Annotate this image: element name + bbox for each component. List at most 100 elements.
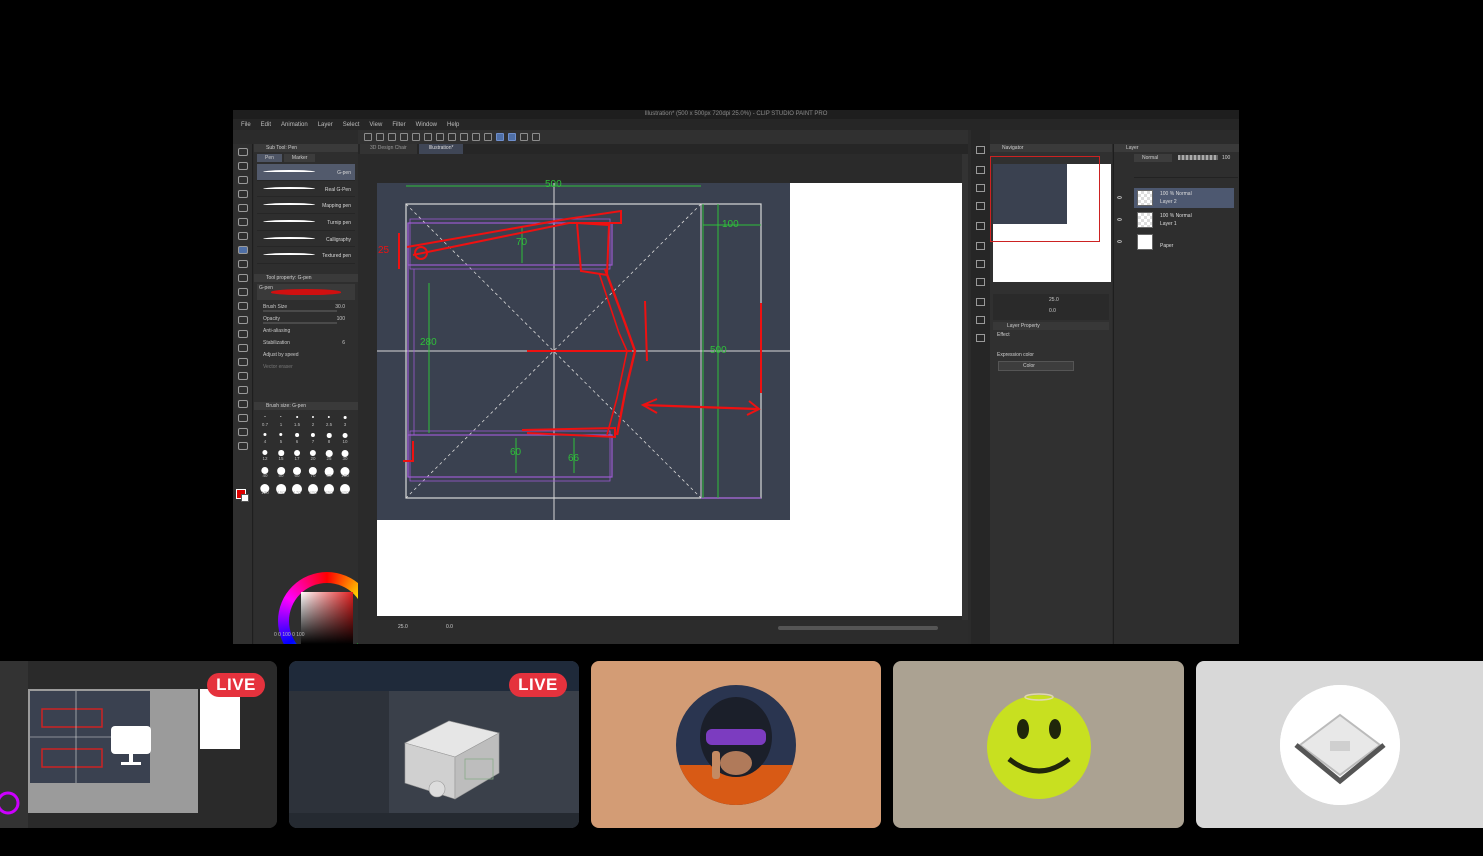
brush-size-option[interactable]: 300: [337, 480, 353, 495]
menu-help[interactable]: Help: [447, 122, 459, 128]
menu-layer[interactable]: Layer: [318, 122, 333, 128]
tab-marker[interactable]: Marker: [283, 154, 316, 162]
eyedropper-icon[interactable]: [238, 232, 248, 240]
brush-size-option[interactable]: 100: [337, 463, 353, 478]
brush-size-option[interactable]: 15: [273, 446, 289, 461]
pencil-tool-icon[interactable]: [238, 260, 248, 268]
participant-tile-5[interactable]: [1196, 661, 1483, 828]
zoom-readout[interactable]: 25.0: [398, 624, 408, 630]
move-tool-icon[interactable]: [238, 190, 248, 198]
participant-tile-screen-1[interactable]: LIVE: [0, 661, 277, 828]
opacity-slider[interactable]: [1178, 155, 1218, 160]
adjust-by-speed-property[interactable]: Adjust by speed: [257, 350, 355, 362]
sub-color-swatch[interactable]: [241, 494, 249, 502]
snap-ruler-icon[interactable]: [496, 133, 504, 141]
brush-item-real-gpen[interactable]: Real G-Pen: [257, 181, 355, 198]
fill-icon[interactable]: [448, 133, 456, 141]
save-icon[interactable]: [388, 133, 396, 141]
brush-size-option[interactable]: 70: [305, 463, 321, 478]
snap-icon[interactable]: [484, 133, 492, 141]
brush-size-option[interactable]: 2.5: [321, 412, 337, 427]
crop-icon[interactable]: [460, 133, 468, 141]
navigator-zoom[interactable]: 25.0: [1049, 297, 1059, 303]
airbrush-tool-icon[interactable]: [238, 288, 248, 296]
navigator-viewport[interactable]: [990, 156, 1100, 242]
tab-pen[interactable]: Pen: [257, 154, 282, 162]
menu-edit[interactable]: Edit: [261, 122, 271, 128]
anti-aliasing-property[interactable]: Anti-aliasing: [257, 326, 355, 338]
opacity-value[interactable]: 100: [1222, 155, 1230, 161]
brush-size-option[interactable]: 30: [337, 446, 353, 461]
rotation-readout[interactable]: 0.0: [446, 624, 453, 630]
shared-screen[interactable]: Illustration* (500 x 500px 720dpi 25.0%)…: [233, 110, 1239, 644]
horizontal-scrollbar[interactable]: [778, 626, 938, 630]
brush-item-turnip-pen[interactable]: Turnip pen: [257, 214, 355, 231]
export-icon[interactable]: [532, 133, 540, 141]
brush-size-option[interactable]: 1: [273, 412, 289, 427]
brush-size-option[interactable]: 8: [321, 429, 337, 444]
brush-size-option[interactable]: 20: [305, 446, 321, 461]
brush-size-option[interactable]: 6: [289, 429, 305, 444]
layer-search-icon[interactable]: [976, 222, 985, 230]
new-file-icon[interactable]: [364, 133, 372, 141]
brush-item-mapping-pen[interactable]: Mapping pen: [257, 197, 355, 215]
canvas-area[interactable]: 500 100 500 25 70 280 60 66: [358, 154, 968, 620]
operation-tool-icon[interactable]: [238, 176, 248, 184]
close-panel-icon[interactable]: [976, 202, 985, 210]
ruler-tool-icon[interactable]: [238, 400, 248, 408]
brush-size-option[interactable]: 2: [305, 412, 321, 427]
sub-view-icon[interactable]: [976, 298, 985, 306]
vector-eraser-property[interactable]: Vector eraser: [257, 362, 355, 374]
layer-row-paper[interactable]: Paper: [1134, 232, 1234, 252]
correct-line-icon[interactable]: [238, 442, 248, 450]
opacity-property[interactable]: Opacity 100: [257, 314, 355, 326]
brush-size-option[interactable]: 150: [273, 480, 289, 495]
brush-item-calligraphy[interactable]: Calligraphy: [257, 231, 355, 248]
brush-size-option[interactable]: 200: [305, 480, 321, 495]
brush-size-option[interactable]: 12: [257, 446, 273, 461]
decoration-tool-icon[interactable]: [238, 302, 248, 310]
auto-select-icon[interactable]: [238, 218, 248, 226]
navigator-thumbnail[interactable]: [990, 156, 1111, 282]
brush-size-option[interactable]: 25: [321, 446, 337, 461]
fill-tool-icon[interactable]: [238, 344, 248, 352]
eye-icon[interactable]: [1117, 240, 1122, 243]
undo-icon[interactable]: [400, 133, 408, 141]
brush-size-option[interactable]: 1.5: [289, 412, 305, 427]
brush-size-option[interactable]: 17: [289, 446, 305, 461]
brush-size-option[interactable]: 50: [273, 463, 289, 478]
pen-tool-icon[interactable]: [238, 246, 248, 254]
menu-animation[interactable]: Animation: [281, 122, 308, 128]
blend-mode-select[interactable]: Normal: [1134, 154, 1172, 162]
brush-size-property[interactable]: Brush Size 30.0: [257, 302, 355, 314]
blend-tool-icon[interactable]: [238, 330, 248, 338]
brush-size-option[interactable]: 60: [289, 463, 305, 478]
doc-tab-3d-design[interactable]: 3D Design Chair: [360, 144, 417, 154]
menu-window[interactable]: Window: [416, 122, 437, 128]
selection-tool-icon[interactable]: [238, 204, 248, 212]
clear-icon[interactable]: [436, 133, 444, 141]
brush-size-option[interactable]: 7: [305, 429, 321, 444]
participant-tile-4[interactable]: [893, 661, 1184, 828]
brush-size-option[interactable]: 3: [337, 412, 353, 427]
item-bank-icon[interactable]: [976, 260, 985, 268]
brush-size-option[interactable]: 4: [257, 429, 273, 444]
eraser-tool-icon[interactable]: [238, 316, 248, 324]
close-panel-icon[interactable]: [976, 166, 985, 174]
menu-view[interactable]: View: [369, 122, 382, 128]
frame-tool-icon[interactable]: [238, 386, 248, 394]
menu-select[interactable]: Select: [343, 122, 360, 128]
material-icon[interactable]: [976, 146, 985, 154]
expression-color-select[interactable]: Color: [998, 361, 1074, 371]
layer-row-layer2[interactable]: 100 % Normal Layer 2: [1134, 188, 1234, 208]
brush-size-option[interactable]: 0.7: [257, 412, 273, 427]
redo-icon[interactable]: [412, 133, 420, 141]
transform-icon[interactable]: [472, 133, 480, 141]
color-saturation-square[interactable]: [301, 592, 353, 644]
brush-size-option[interactable]: 5: [273, 429, 289, 444]
snap-grid-icon[interactable]: [508, 133, 516, 141]
timeline-icon[interactable]: [976, 334, 985, 342]
brush-item-gpen[interactable]: G-pen: [257, 164, 355, 181]
menu-file[interactable]: File: [241, 122, 251, 128]
figure-tool-icon[interactable]: [238, 372, 248, 380]
